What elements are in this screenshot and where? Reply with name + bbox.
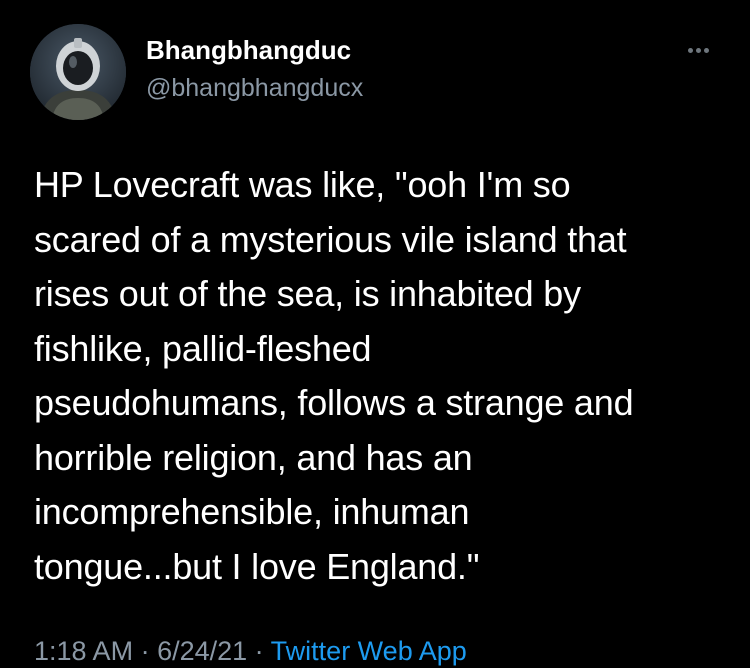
dot (703, 47, 709, 53)
meta-separator: · (247, 636, 271, 666)
tweet-metadata: 1:18 AM · 6/24/21 · Twitter Web App (34, 634, 467, 668)
dot (687, 47, 693, 53)
more-options-icon[interactable] (678, 40, 718, 60)
avatar[interactable] (30, 24, 126, 120)
tweet: Bhangbhangduc @bhangbhangducx HP Lovecra… (0, 0, 750, 668)
tweet-date[interactable]: 6/24/21 (157, 636, 247, 666)
astronaut-helmet-avatar-icon (30, 24, 126, 120)
tweet-text: HP Lovecraft was like, "ooh I'm so scare… (34, 164, 634, 587)
author-handle[interactable]: @bhangbhangducx (146, 72, 363, 104)
dot (695, 47, 701, 53)
tweet-source-link[interactable]: Twitter Web App (271, 636, 467, 666)
author-display-name[interactable]: Bhangbhangduc (146, 34, 351, 66)
meta-separator: · (133, 636, 158, 666)
tweet-time[interactable]: 1:18 AM (34, 636, 133, 666)
